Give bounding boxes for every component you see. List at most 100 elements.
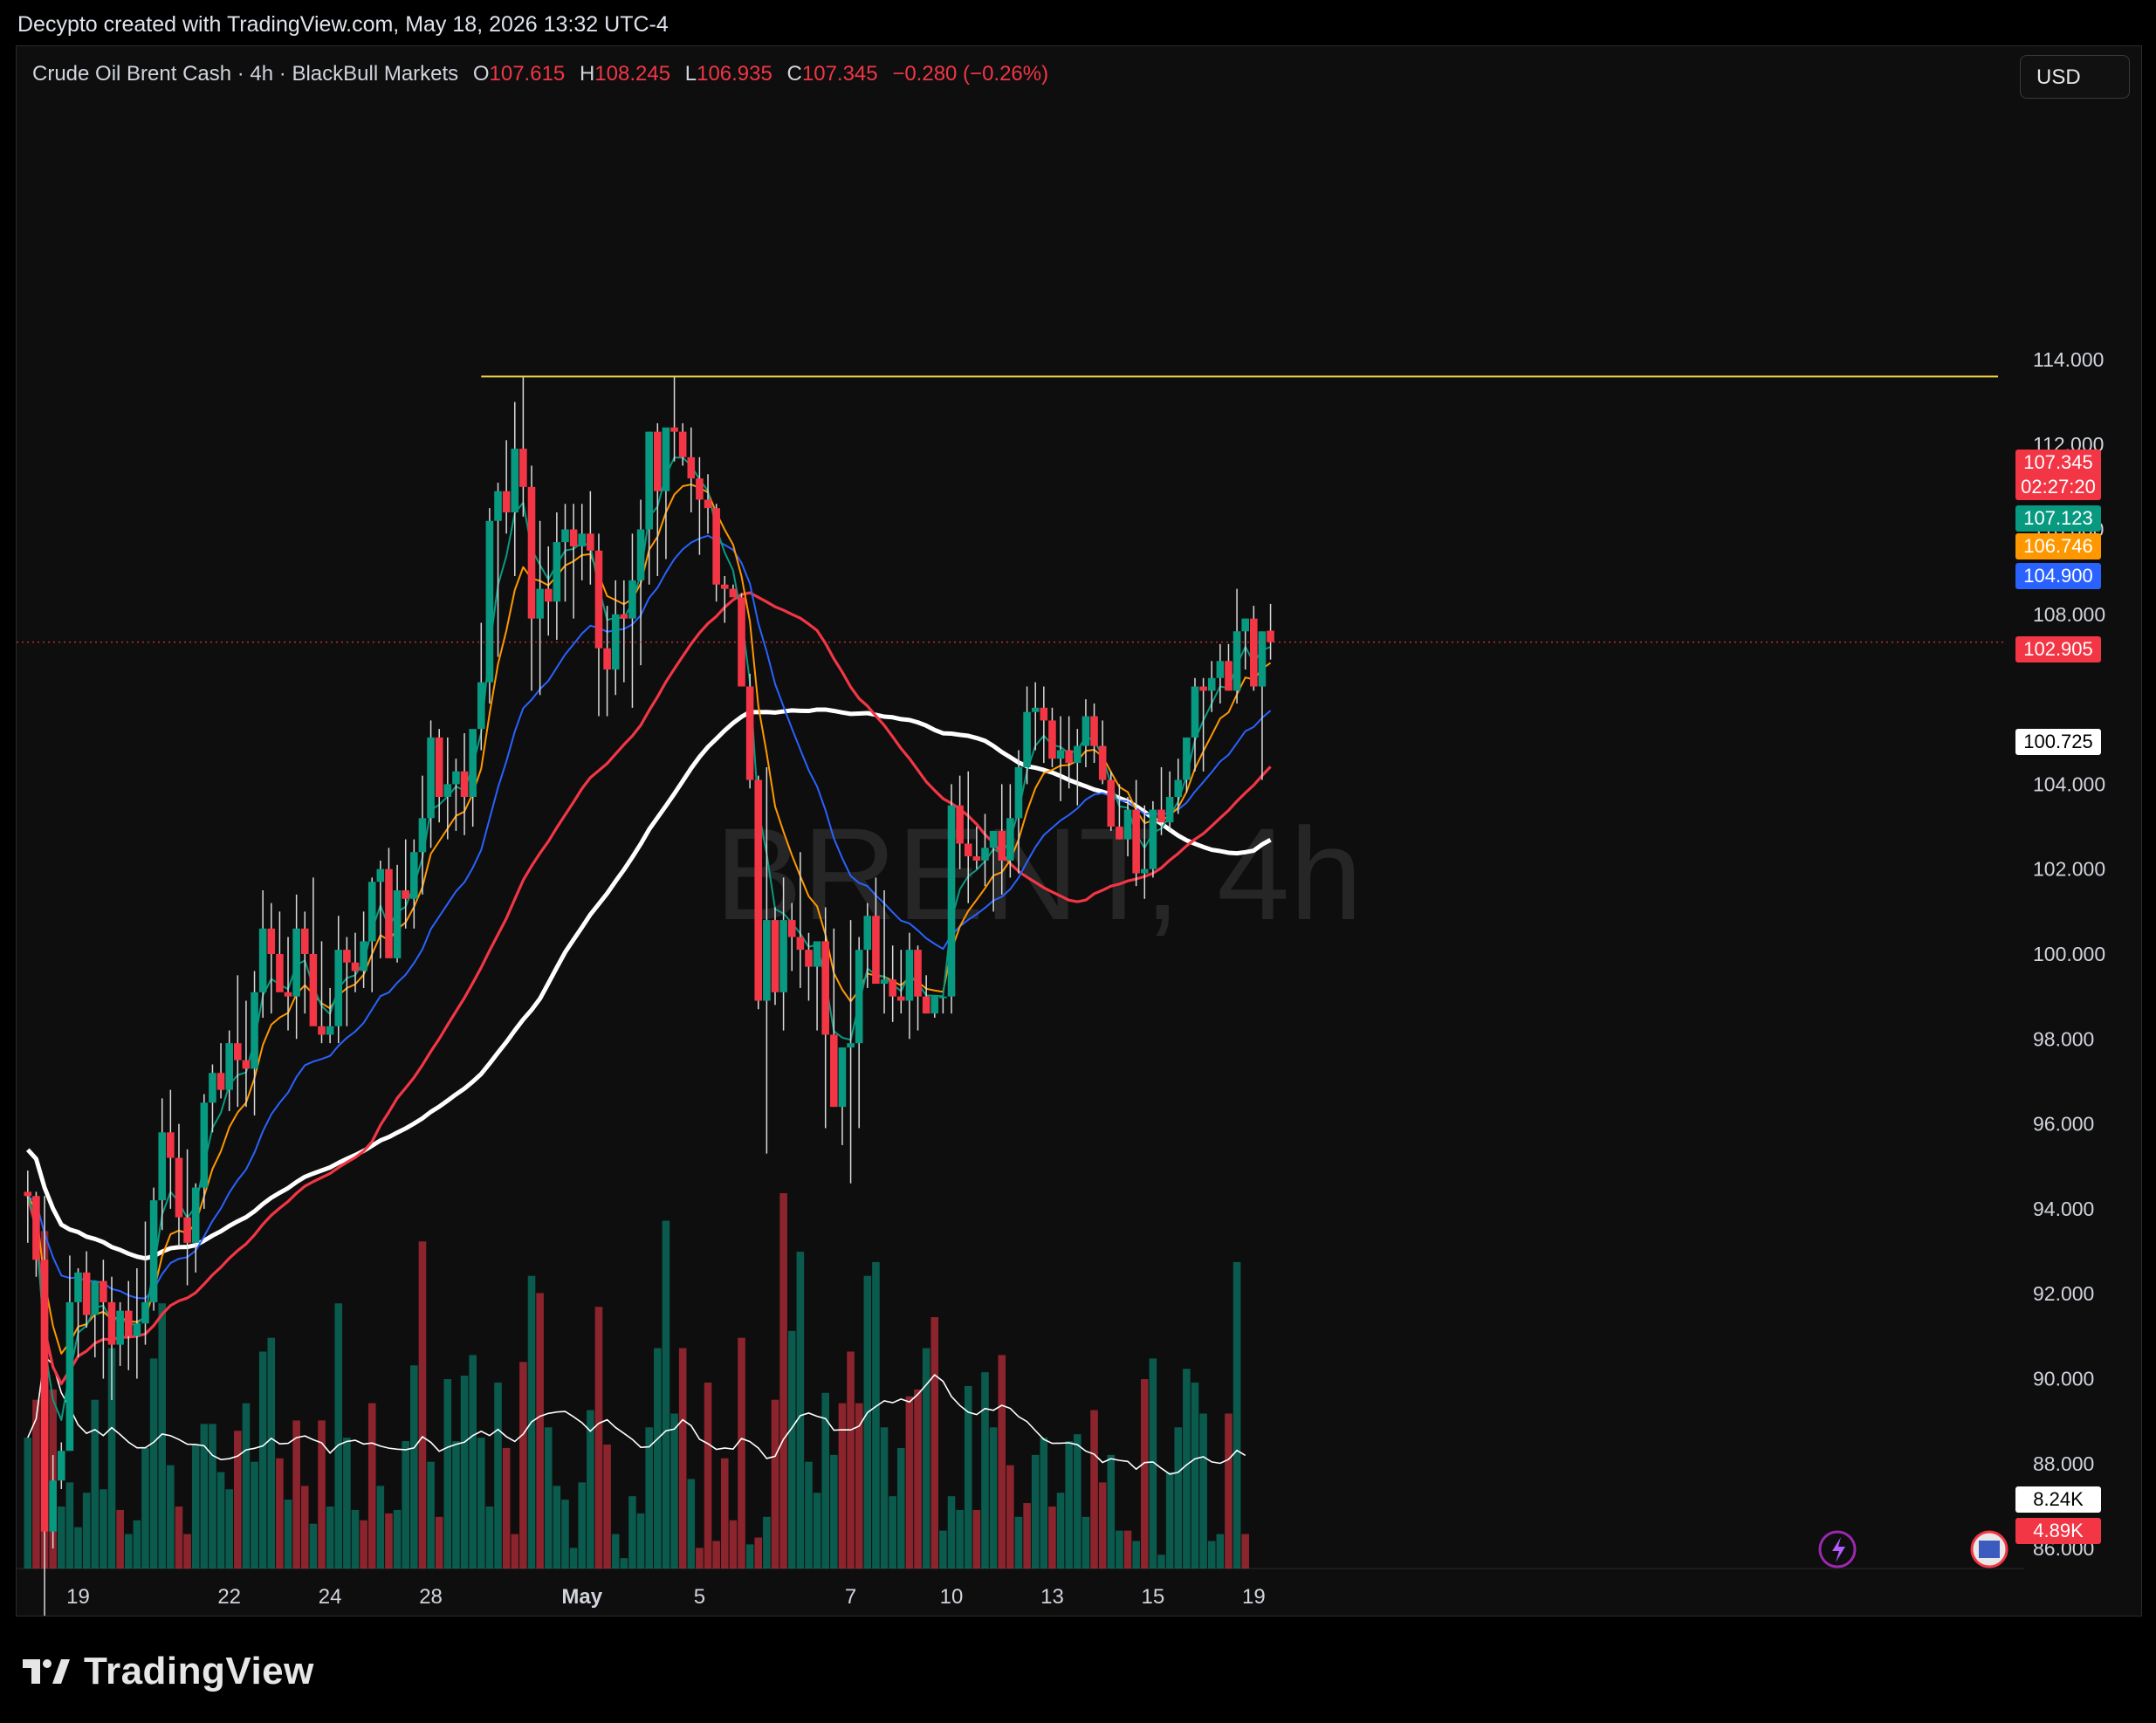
volume-bar [838,1403,847,1569]
candle-up [880,979,889,985]
volume-bar [1140,1379,1149,1569]
sma-long-line [25,707,1272,1261]
candle-down [124,1310,133,1336]
candle-up [258,928,267,992]
candle-down [216,1073,225,1090]
volume-bar [1107,1454,1116,1569]
legend-close-label: C [786,62,802,86]
price-label-100.725: 100.725 [2015,729,2101,755]
price-tick-label: 92.000 [2033,1282,2094,1305]
candle-down [1199,686,1207,691]
volume-bar [116,1509,124,1569]
candle-up [1149,809,1157,869]
price-label-text: 100.725 [2023,731,2093,752]
candle-down [704,499,712,509]
candle-up [376,868,385,882]
candle-down [1132,809,1140,874]
chart-panel[interactable]: BRENT, 4h114.000112.000110.000108.000104… [16,45,2142,1617]
price-label-106.746: 106.746 [2015,533,2101,559]
candle-up [49,1480,57,1532]
volume-bar [544,1427,553,1569]
candle-up [360,941,367,971]
tradingview-logo[interactable]: TradingView [21,1650,314,1693]
symbol-legend[interactable]: Crude Oil Brent Cash · 4h · BlackBull Ma… [32,62,1048,86]
volume-bar [636,1513,645,1569]
volume-bar [687,1479,696,1569]
volume-bar [1174,1427,1183,1569]
volume-bar [1074,1434,1081,1569]
candle-up [443,784,452,797]
price-tick-label: 88.000 [2033,1452,2094,1475]
volume-bar [704,1382,712,1569]
candle-up [225,1043,233,1090]
candle-up [1232,631,1241,691]
candle-up [763,920,771,1001]
volume-bar [234,1431,242,1569]
time-tick-label: 24 [319,1585,342,1609]
candle-down [1225,661,1232,691]
candle-up [1183,737,1191,780]
candle-up [611,614,620,670]
volume-bar [334,1303,343,1569]
volume-bar [292,1420,300,1569]
candle-down [1250,618,1258,687]
volume-bar [124,1534,133,1569]
candle-up [511,449,519,513]
price-tick-label: 102.000 [2033,858,2105,881]
currency-selector-button[interactable]: USD [2020,55,2130,99]
volume-bar [1165,1472,1174,1569]
candle-up [939,996,947,999]
candle-up [1056,750,1065,759]
volume-bar [1116,1530,1123,1569]
time-tick-label: 10 [940,1585,964,1609]
volume-bar [91,1399,100,1569]
volume-bar [1183,1369,1191,1569]
candle-down [351,962,360,971]
volume-bar [830,1454,838,1569]
volume-bar [553,1486,561,1569]
candle-up [494,491,502,521]
volume-bar [1232,1261,1241,1569]
price-label-text: 102.905 [2023,638,2093,660]
legend-low: 106.935 [697,62,772,86]
legend-close: 107.345 [801,62,878,86]
candle-down [183,1217,191,1243]
candle-up [1031,707,1040,712]
volume-bar [74,1527,82,1569]
volume-bar [24,1438,32,1569]
candle-down [964,843,972,857]
candle-down [1098,745,1107,780]
candle-down [460,771,469,797]
candle-up [158,1132,167,1201]
price-tick-label: 108.000 [2033,603,2105,626]
volume-bar [326,1506,334,1569]
volume-bar [258,1351,267,1569]
volume-bar [1132,1541,1140,1569]
candle-down [787,920,796,937]
candle-up [74,1272,82,1302]
candlestick-chart[interactable]: BRENT, 4h114.000112.000110.000108.000104… [17,46,2142,1617]
candle-up [452,771,460,785]
volume-bar [1241,1534,1250,1569]
volume-bar [267,1337,276,1569]
candle-down [32,1196,40,1260]
volume-bar [469,1355,477,1569]
volume-bar [787,1330,796,1569]
candle-up [91,1280,100,1315]
volume-bar [511,1534,519,1569]
candle-up [1081,716,1090,746]
legend-high: 108.245 [594,62,671,86]
volume-bar [225,1489,233,1569]
price-tick-label: 114.000 [2033,348,2104,371]
candle-down [620,614,628,619]
legend-open: 107.615 [489,62,566,86]
candle-down [107,1301,116,1345]
candle-down [276,954,284,992]
volume-bar [1040,1438,1048,1569]
volume-bar [57,1506,65,1569]
candle-down [267,928,276,954]
candle-up [536,588,544,619]
legend-low-label: L [684,62,697,86]
candle-up [553,542,561,602]
candle-up [1191,686,1199,738]
